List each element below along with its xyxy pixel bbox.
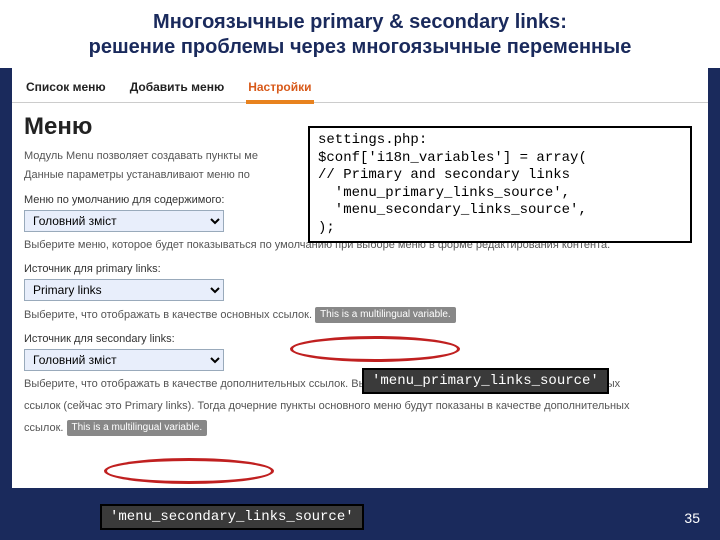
slide-footer: 'menu_secondary_links_source' 35 — [0, 490, 720, 540]
screenshot-panel: Список меню Добавить меню Настройки Меню… — [12, 68, 708, 488]
title-line2: решение проблемы через многоязычные пере… — [89, 36, 632, 58]
secondary-source-select[interactable]: Головний зміст — [24, 349, 224, 371]
code-label-primary: 'menu_primary_links_source' — [362, 368, 609, 394]
primary-source-label: Источник для primary links: — [12, 255, 708, 277]
tab-bar: Список меню Добавить меню Настройки — [12, 68, 708, 103]
primary-source-select[interactable]: Primary links — [24, 279, 224, 301]
code-settings-php: settings.php: $conf['i18n_variables'] = … — [308, 126, 692, 243]
tab-settings[interactable]: Настройки — [246, 76, 313, 104]
secondary-multilingual-badge: This is a multilingual variable. — [67, 420, 208, 436]
secondary-helper-text3: ссылок. — [24, 422, 63, 434]
tab-add[interactable]: Добавить меню — [128, 76, 227, 102]
title-line1: Многоязычные primary & secondary links: — [153, 11, 567, 33]
default-menu-select[interactable]: Головний зміст — [24, 210, 224, 232]
secondary-helper-2: ссылок (сейчас это Primary links). Тогда… — [12, 395, 708, 416]
primary-multilingual-badge: This is a multilingual variable. — [315, 307, 456, 323]
code-label-secondary: 'menu_secondary_links_source' — [100, 504, 364, 530]
primary-source-helper: Выберите, что отображать в качестве осно… — [12, 303, 708, 325]
secondary-helper-3: ссылок. This is a multilingual variable. — [12, 416, 708, 438]
highlight-circle-secondary — [104, 458, 274, 484]
slide-title: Многоязычные primary & secondary links: … — [0, 0, 720, 68]
slide-number: 35 — [684, 510, 700, 526]
tab-list[interactable]: Список меню — [24, 76, 108, 102]
primary-helper-text: Выберите, что отображать в качестве осно… — [24, 309, 312, 321]
secondary-source-label: Источник для secondary links: — [12, 325, 708, 347]
